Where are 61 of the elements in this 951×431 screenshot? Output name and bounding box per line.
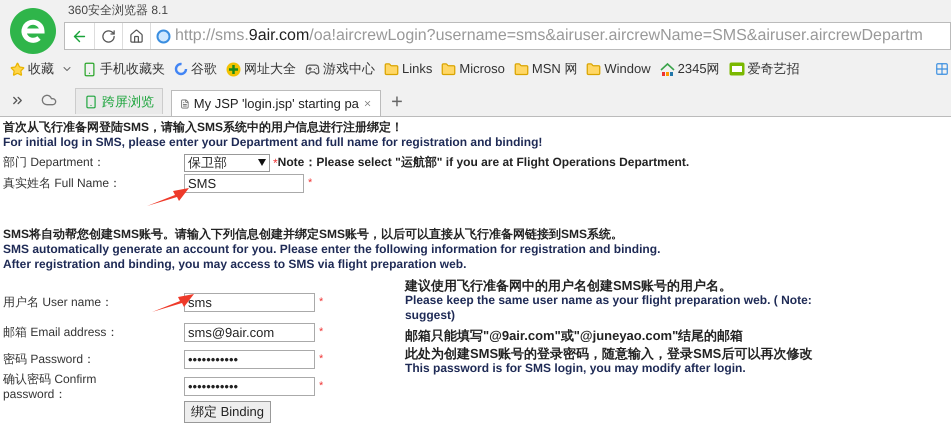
field-label: 密码 Password： xyxy=(3,352,96,367)
field-label: 确认密码 Confirm password： xyxy=(3,372,98,402)
bookmark-item[interactable]: Links xyxy=(384,59,432,79)
folder-icon xyxy=(384,62,399,76)
bookmark-item[interactable]: 爱奇艺招 xyxy=(728,59,800,79)
field-label: 用户名 User name： xyxy=(3,295,114,310)
required-mark: * xyxy=(319,379,324,394)
house-icon xyxy=(660,62,675,76)
note-text: Note：Please select "运航部" if you are at Flight Operations Department. xyxy=(278,155,690,170)
input-field[interactable]: sms xyxy=(184,293,315,312)
required-mark: * xyxy=(273,154,278,172)
field-label: 真实姓名 Full Name： xyxy=(3,176,122,191)
bookmark-item[interactable]: 手机收藏夹 xyxy=(82,59,165,79)
hint-text: Please keep the same user name as your flight preparation web. ( Note: suggest) xyxy=(405,293,813,323)
browser-tab[interactable]: My JSP 'login.jsp' starting pa xyxy=(171,90,381,116)
bookmark-item[interactable]: 2345网 xyxy=(660,59,720,79)
hint-text: 此处为创建SMS账号的登录密码，随意输入，登录SMS后可以再次修改 xyxy=(405,346,814,361)
new-tab-button[interactable]: + xyxy=(387,92,407,112)
heading-english-text: For initial log in SMS, please enter your Department and full name for registration and binding! xyxy=(3,135,544,150)
input-field[interactable]: ••••••••••• xyxy=(184,350,315,369)
department-select[interactable]: 保卫部 xyxy=(184,154,270,172)
page-icon xyxy=(180,96,190,110)
bookmark-item[interactable]: MSN 网 xyxy=(514,59,578,79)
bookmark-item[interactable]: 谷歌 xyxy=(174,59,217,79)
required-mark: * xyxy=(308,176,312,192)
google-icon xyxy=(174,62,188,76)
heading-text: 首次从飞行准备网登陆SMS，请输入SMS系统中的用户信息进行注册绑定！ xyxy=(3,120,404,135)
folder-icon xyxy=(514,62,529,76)
input-field[interactable]: sms@9air.com xyxy=(184,323,315,342)
video-icon xyxy=(728,62,745,76)
binding-button[interactable]: 绑定 Binding xyxy=(184,401,271,423)
required-mark: * xyxy=(319,295,324,310)
intro-text: SMS将自动帮您创建SMS账号。请输入下列信息创建并绑定SMS账号，以后可以直接从飞行准备网链接到SMS系统。 xyxy=(3,227,624,242)
field-label: 部门 Department： xyxy=(3,155,106,170)
logo-icon xyxy=(10,8,56,54)
star-icon xyxy=(10,62,25,76)
bookmark-item[interactable]: Microso xyxy=(441,59,505,79)
required-mark: * xyxy=(319,325,324,340)
apps-icon[interactable] xyxy=(935,62,949,76)
folder-icon xyxy=(586,62,602,76)
bookmark-item[interactable]: 网址大全 xyxy=(226,59,296,79)
phone-icon xyxy=(84,94,98,108)
bookmark-item[interactable]: 收藏 xyxy=(10,59,73,79)
input-field[interactable]: SMS xyxy=(184,174,304,193)
hint-text: This password is for SMS login, you may modify after login. xyxy=(405,361,747,376)
intro-text: After registration and binding, you may access to SMS via flight preparation web. xyxy=(3,257,468,272)
hint-text: 建议使用飞行准备网中的用户名创建SMS账号的用户名。 xyxy=(405,278,734,293)
field-label: 邮箱 Email address： xyxy=(3,325,120,340)
bookmark-item[interactable]: 游戏中心 xyxy=(305,59,375,79)
intro-text: SMS automatically generate an account for you. Please enter the following information for registration and binding. xyxy=(3,242,662,257)
hint-text: 邮箱只能填写"@9air.com"或"@juneyao.com"结尾的邮箱 xyxy=(405,328,744,343)
bookmark-item[interactable]: Window xyxy=(586,59,651,79)
window-title: 360安全浏览器 8.1 xyxy=(67,2,170,19)
cloud-icon[interactable] xyxy=(41,92,57,108)
phone-icon xyxy=(82,62,97,76)
required-mark: * xyxy=(319,352,324,368)
caret-icon xyxy=(258,159,266,166)
plus-circle-icon xyxy=(226,62,241,76)
folder-icon xyxy=(441,62,456,76)
gamepad-icon xyxy=(305,62,320,76)
input-field[interactable]: ••••••••••• xyxy=(184,377,315,396)
